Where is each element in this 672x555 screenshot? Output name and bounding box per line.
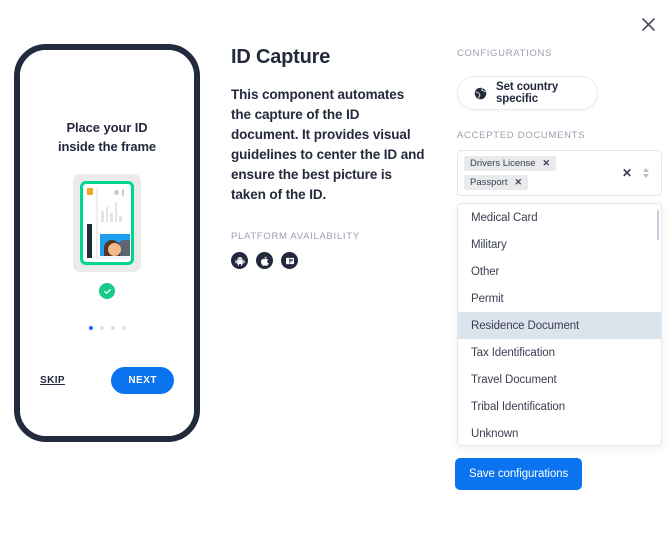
dropdown-option-residence-document[interactable]: Residence Document [458, 312, 661, 339]
platform-availability-icons [231, 252, 431, 269]
pagination-dot[interactable] [121, 326, 126, 330]
configurations-label: CONFIGURATIONS [457, 48, 553, 59]
document-chip-label: Passport [470, 177, 508, 188]
success-check-icon [99, 283, 115, 299]
chip-remove-icon[interactable]: ✕ [542, 158, 550, 169]
save-configurations-button[interactable]: Save configurations [455, 458, 583, 490]
detail-column: ID Capture This component automates the … [231, 44, 431, 269]
set-country-specific-button[interactable]: Set country specific [457, 76, 598, 110]
preview-headline: Place your ID inside the frame [58, 118, 156, 156]
dropdown-scrollbar[interactable] [656, 210, 659, 240]
id-capture-stage [73, 174, 141, 272]
next-button[interactable]: NEXT [111, 367, 174, 394]
globe-icon [474, 87, 487, 100]
pagination-dots[interactable] [88, 326, 126, 330]
web-icon [281, 252, 298, 269]
android-icon [231, 252, 248, 269]
dropdown-option-tax-identification[interactable]: Tax Identification [458, 339, 661, 366]
chip-remove-icon[interactable]: ✕ [515, 177, 523, 188]
accepted-documents-dropdown[interactable]: Medical Card Military Other Permit Resid… [457, 203, 662, 446]
skip-link[interactable]: SKIP [40, 375, 65, 386]
preview-actions: SKIP NEXT [20, 367, 194, 394]
id-card-illustration [80, 181, 134, 265]
platform-availability-label: PLATFORM AVAILABILITY [231, 231, 360, 242]
dropdown-option-tribal-identification[interactable]: Tribal Identification [458, 393, 661, 420]
close-icon [641, 17, 655, 31]
document-chip[interactable]: Passport ✕ [464, 175, 529, 190]
pagination-dot[interactable] [110, 326, 115, 330]
id-card-chip-icon [114, 189, 125, 196]
preview-headline-line2: inside the frame [57, 139, 157, 154]
phone-frame: Place your ID inside the frame SKIP NEXT [14, 44, 200, 442]
preview-headline-line1: Place your ID [66, 120, 148, 135]
id-card-divider [96, 187, 98, 259]
id-card-portrait [100, 234, 130, 256]
accepted-documents-label: ACCEPTED DOCUMENTS [457, 130, 586, 141]
dropdown-option-military[interactable]: Military [458, 231, 661, 258]
document-chip-label: Drivers License [470, 158, 536, 169]
dropdown-option-medical-card[interactable]: Medical Card [458, 204, 661, 231]
id-card-barcode [87, 224, 92, 258]
id-card-text-lines [101, 202, 122, 222]
document-chip[interactable]: Drivers License ✕ [464, 156, 557, 171]
apple-icon [256, 252, 273, 269]
component-description: This component automates the capture of … [231, 87, 425, 202]
dropdown-option-other[interactable]: Other [458, 258, 661, 285]
id-capture-modal: Place your ID inside the frame SKIP NEXT… [0, 0, 672, 555]
dropdown-stepper-icon[interactable] [637, 168, 655, 178]
accepted-documents-select[interactable]: Drivers License ✕ Passport ✕ ✕ [457, 150, 662, 196]
close-button[interactable] [634, 10, 662, 38]
phone-screen: Place your ID inside the frame SKIP NEXT [20, 50, 194, 436]
selected-document-chips: Drivers License ✕ Passport ✕ [464, 156, 617, 190]
dropdown-option-permit[interactable]: Permit [458, 285, 661, 312]
clear-selection-icon[interactable]: ✕ [617, 166, 637, 180]
configurations-column: CONFIGURATIONS Set country specific ACCE… [457, 48, 662, 196]
set-country-specific-label: Set country specific [496, 81, 559, 105]
dropdown-option-travel-document[interactable]: Travel Document [458, 366, 661, 393]
dropdown-option-unknown[interactable]: Unknown [458, 420, 661, 445]
pagination-dot[interactable] [99, 326, 104, 330]
id-card-accent [87, 188, 93, 195]
phone-preview: Place your ID inside the frame SKIP NEXT [14, 44, 200, 442]
page-title: ID Capture [231, 46, 331, 68]
pagination-dot[interactable] [88, 326, 93, 330]
